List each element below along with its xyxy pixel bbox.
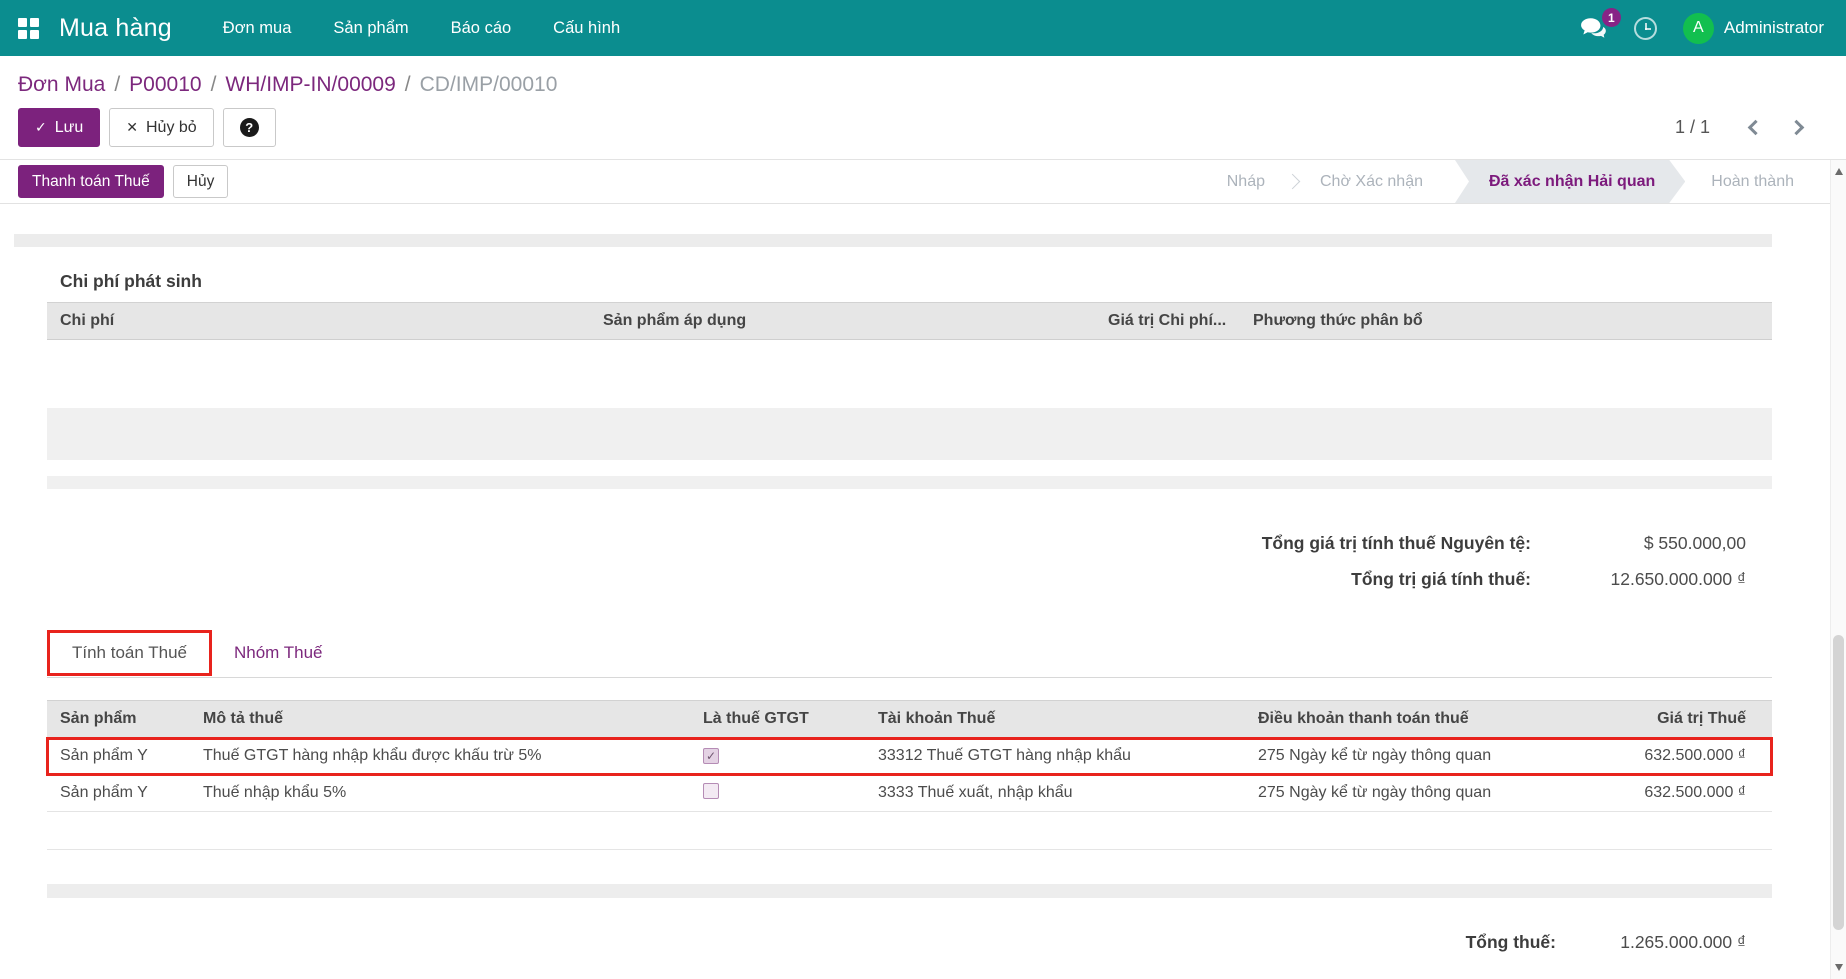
messages-badge: 1 [1601, 8, 1621, 27]
grand-total-label: Tổng thuế: [1465, 932, 1556, 952]
discard-button[interactable]: ✕ Hủy bỏ [109, 108, 214, 147]
vertical-scrollbar[interactable] [1830, 160, 1846, 979]
user-name: Administrator [1723, 18, 1824, 37]
check-icon: ✓ [705, 749, 717, 763]
costs-table-empty-stripe-thin [47, 476, 1772, 489]
tax-computation-table: Sản phẩm Mô tả thuế Là thuế GTGT Tài kho… [46, 700, 1773, 898]
breadcrumb: Đơn Mua / P00010 / WH/IMP-IN/00009 / CD/IMP/00… [18, 69, 1828, 101]
scrolled-row-strip [14, 234, 1772, 247]
breadcrumb-separator: / [114, 73, 121, 96]
scrollbar-thumb[interactable] [1833, 635, 1844, 930]
cancel-button[interactable]: Hủy [172, 165, 229, 198]
tax-table-header: Sản phẩm Mô tả thuế Là thuế GTGT Tài kho… [47, 700, 1772, 738]
avatar: A [1682, 12, 1714, 44]
breadcrumb-link-wh-imp-in[interactable]: WH/IMP-IN/00009 [225, 73, 395, 96]
notebook-tabs: Tính toán Thuế Nhóm Thuế [47, 628, 1772, 678]
breadcrumb-separator: / [404, 73, 411, 96]
grand-total: Tổng thuế: 1.265.000.000 ₫ [47, 932, 1772, 953]
pager-value: 1 / 1 [1674, 117, 1710, 137]
scroll-up-arrow-icon[interactable] [1835, 168, 1843, 175]
pager-next-button[interactable] [1788, 119, 1805, 136]
breadcrumb-current: CD/IMP/00010 [419, 73, 558, 96]
col-mo-ta-thue[interactable]: Mô tả thuế [190, 710, 690, 728]
costs-table-empty-area [47, 340, 1772, 408]
state-cho-xac-nhan[interactable]: Chờ Xác nhận [1294, 160, 1449, 203]
control-panel: Đơn Mua / P00010 / WH/IMP-IN/00009 / CD/IMP/00… [0, 56, 1846, 160]
costs-section-title: Chi phí phát sinh [60, 271, 202, 291]
vat-checkbox[interactable]: ✓ [703, 782, 719, 799]
col-chi-phi[interactable]: Chi phí [47, 312, 590, 330]
nav-item-cau-hinh[interactable]: Cấu hình [532, 0, 641, 56]
apps-grid-icon[interactable] [18, 17, 39, 39]
save-button[interactable]: ✓ Lưu [18, 108, 101, 147]
cell-amount: 632.500.000 ₫ [1644, 747, 1746, 764]
nav-item-san-pham[interactable]: Sản phẩm [312, 0, 429, 56]
user-menu[interactable]: A Administrator [1682, 12, 1824, 44]
discard-button-label: Hủy bỏ [145, 118, 197, 136]
costs-table: Chi phí Sản phẩm áp dụng Giá trị Chi phí… [47, 302, 1772, 489]
cell-account: 33312 Thuế GTGT hàng nhập khẩu [878, 747, 1131, 764]
col-phuong-thuc-phan-bo[interactable]: Phương thức phân bổ [1240, 312, 1772, 330]
status-pipeline: Nháp Chờ Xác nhận Đã xác nhận Hải quan H… [1201, 160, 1846, 203]
pager: 1 / 1 [1675, 117, 1828, 138]
x-icon: ✕ [126, 119, 138, 135]
cell-product: Sản phẩm Y [60, 784, 148, 801]
main-menu: Đơn mua Sản phẩm Báo cáo Cấu hình [202, 0, 641, 56]
tax-table-row[interactable]: Sản phẩm Y Thuế GTGT hàng nhập khẩu được… [46, 737, 1773, 776]
state-da-xac-nhan-hai-quan[interactable]: Đã xác nhận Hải quan [1455, 160, 1685, 203]
top-navbar: Mua hàng Đơn mua Sản phẩm Báo cáo Cấu hì… [0, 0, 1846, 56]
tax-table-empty-stripe [47, 884, 1772, 898]
cell-description: Thuế GTGT hàng nhập khẩu được khấu trừ 5… [203, 747, 542, 764]
help-icon: ? [239, 118, 259, 137]
tax-base-totals: Tổng giá trị tính thuế Nguyên tệ: $ 550.… [47, 533, 1772, 590]
screen: Mua hàng Đơn mua Sản phẩm Báo cáo Cấu hì… [0, 0, 1846, 979]
tax-table-empty-row [47, 812, 1772, 850]
breadcrumb-separator: / [210, 73, 217, 96]
breadcrumb-link-don-mua[interactable]: Đơn Mua [18, 73, 105, 96]
cell-amount: 632.500.000 ₫ [1644, 784, 1746, 801]
col-gia-tri-chi-phi[interactable]: Giá trị Chi phí... [1095, 312, 1240, 330]
total-vnd-value: 12.650.000.000 ₫ [1610, 569, 1747, 589]
nav-item-bao-cao[interactable]: Báo cáo [430, 0, 533, 56]
col-san-pham[interactable]: Sản phẩm [47, 710, 190, 728]
help-button[interactable]: ? [222, 108, 276, 147]
vat-checkbox[interactable]: ✓ [703, 748, 719, 764]
scroll-down-arrow-icon[interactable] [1835, 964, 1843, 971]
costs-table-empty-stripe [47, 408, 1772, 460]
state-hoan-thanh[interactable]: Hoàn thành [1685, 160, 1820, 203]
total-original-currency-label: Tổng giá trị tính thuế Nguyên tệ: [1261, 533, 1531, 553]
cell-description: Thuế nhập khẩu 5% [203, 784, 347, 801]
pay-tax-button[interactable]: Thanh toán Thuế [18, 165, 164, 198]
col-dieu-khoan-thanh-toan[interactable]: Điều khoản thanh toán thuế [1245, 710, 1590, 728]
tab-nhom-thue[interactable]: Nhóm Thuế [212, 633, 345, 673]
col-gia-tri-thue[interactable]: Giá trị Thuế [1590, 710, 1772, 728]
col-la-thue-gtgt[interactable]: Là thuế GTGT [690, 710, 865, 728]
total-original-currency-value: $ 550.000,00 [1643, 533, 1746, 553]
col-tai-khoan-thue[interactable]: Tài khoản Thuế [865, 710, 1245, 728]
activities-clock-icon[interactable] [1633, 16, 1657, 40]
col-san-pham-ap-dung[interactable]: Sản phẩm áp dụng [590, 312, 1095, 330]
messages-button[interactable]: 1 [1580, 8, 1621, 39]
form-sheet: Chi phí phát sinh Chi phí Sản phẩm áp dụ… [0, 234, 1846, 953]
state-nhap[interactable]: Nháp [1201, 160, 1291, 203]
save-button-label: Lưu [54, 118, 84, 136]
statusbar: Thanh toán Thuế Hủy Nháp Chờ Xác nhận Đã… [0, 160, 1846, 204]
cell-product: Sản phẩm Y [60, 747, 148, 764]
breadcrumb-link-p00010[interactable]: P00010 [129, 73, 201, 96]
check-icon: ✓ [35, 119, 47, 135]
costs-table-header: Chi phí Sản phẩm áp dụng Giá trị Chi phí… [47, 302, 1772, 340]
tab-tinh-toan-thue[interactable]: Tính toán Thuế [47, 629, 212, 676]
cell-account: 3333 Thuế xuất, nhập khẩu [878, 784, 1073, 801]
total-vnd-label: Tổng trị giá tính thuế: [1351, 569, 1531, 589]
nav-item-don-mua[interactable]: Đơn mua [202, 0, 313, 56]
pager-previous-button[interactable] [1747, 119, 1764, 136]
cell-payment-term: 275 Ngày kể từ ngày thông quan [1258, 747, 1492, 764]
app-brand[interactable]: Mua hàng [59, 14, 172, 43]
tax-table-row[interactable]: Sản phẩm Y Thuế nhập khẩu 5% ✓ 3333 Thuế… [47, 775, 1772, 812]
grand-total-value: 1.265.000.000 ₫ [1620, 932, 1746, 952]
cell-payment-term: 275 Ngày kể từ ngày thông quan [1258, 784, 1492, 801]
